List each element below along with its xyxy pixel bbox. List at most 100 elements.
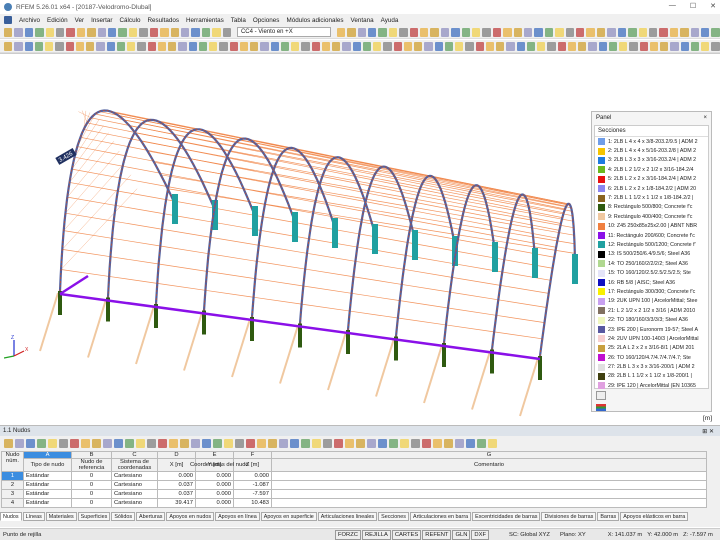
toolbar-button-icon[interactable] — [557, 41, 566, 51]
cell-y[interactable]: 0.000 — [195, 498, 234, 508]
toolbar-button-icon[interactable] — [455, 41, 464, 51]
section-legend-item[interactable]: 11: Rectángulo 200/600; Concrete f'c — [595, 231, 708, 240]
toolbar-button-icon[interactable] — [270, 41, 279, 51]
table-tab[interactable]: Secciones — [378, 512, 409, 521]
toolbar-button-icon[interactable] — [65, 41, 74, 51]
cell-comment[interactable] — [271, 471, 707, 481]
toolbar-button-icon[interactable] — [399, 27, 408, 37]
toolbar-button-icon[interactable] — [345, 439, 354, 448]
toolbar-button-icon[interactable] — [451, 27, 460, 37]
cell-type[interactable]: Estándar — [23, 480, 72, 490]
toolbar-button-icon[interactable] — [482, 27, 491, 37]
toolbar-button-icon[interactable] — [301, 41, 310, 51]
toolbar-button-icon[interactable] — [378, 27, 387, 37]
toolbar-button-icon[interactable] — [598, 41, 607, 51]
color-scale-icon[interactable] — [596, 404, 606, 411]
toolbar-button-icon[interactable] — [92, 439, 101, 448]
toolbar-button-icon[interactable] — [409, 27, 418, 37]
section-legend-item[interactable]: 10: Z45 250x85x25x2.00 | ABNT NBR — [595, 222, 708, 231]
section-legend-item[interactable]: 9: Rectángulo 400/400; Concrete f'c — [595, 212, 708, 221]
toolbar-button-icon[interactable] — [34, 41, 43, 51]
toolbar-button-icon[interactable] — [419, 27, 429, 37]
toolbar-button-icon[interactable] — [485, 41, 494, 51]
toolbar-button-icon[interactable] — [321, 41, 330, 51]
toolbar-button-icon[interactable] — [301, 439, 310, 448]
section-legend-item[interactable]: 24: 2UV UPN 100-140/3 | ArcelorMittal — [595, 334, 708, 343]
cell-ref[interactable]: 0 — [71, 489, 112, 499]
toolbar-button-icon[interactable] — [127, 41, 136, 51]
toolbar-button-icon[interactable] — [336, 27, 346, 37]
status-toggle-button[interactable]: CARTES — [391, 529, 422, 540]
toolbar-button-icon[interactable] — [250, 41, 259, 51]
toolbar-button-icon[interactable] — [180, 439, 189, 448]
toolbar-button-icon[interactable] — [629, 41, 638, 51]
toolbar-button-icon[interactable] — [492, 27, 502, 37]
toolbar-button-icon[interactable] — [81, 439, 90, 448]
toolbar-button-icon[interactable] — [628, 27, 637, 37]
toolbar-button-icon[interactable] — [280, 41, 289, 51]
toolbar-button-icon[interactable] — [680, 41, 689, 51]
toolbar-button-icon[interactable] — [444, 439, 453, 448]
toolbar-button-icon[interactable] — [475, 41, 484, 51]
toolbar-button-icon[interactable] — [191, 27, 200, 37]
cell-comment[interactable] — [271, 498, 707, 508]
menu-edicion[interactable]: Edición — [47, 17, 68, 24]
section-legend-item[interactable]: 21: L 2 1/2 x 2 1/2 x 3/16 | ADM 2010 — [595, 306, 708, 315]
toolbar-button-icon[interactable] — [659, 27, 668, 37]
toolbar-button-icon[interactable] — [59, 439, 68, 448]
cell-x[interactable]: 0.037 — [157, 480, 196, 490]
toolbar-button-icon[interactable] — [378, 439, 387, 448]
cell-coord-sys[interactable]: Cartesiano — [111, 471, 158, 481]
menu-ayuda[interactable]: Ayuda — [381, 17, 399, 24]
section-legend-item[interactable]: 28: 2LB L 1 1/2 x 1 1/2 x 1/8-200/1 | — [595, 372, 708, 381]
toolbar-button-icon[interactable] — [332, 41, 341, 51]
toolbar-button-icon[interactable] — [24, 27, 34, 37]
load-case-select[interactable]: CC4 - Viento en +X — [236, 27, 331, 37]
col-letter-a[interactable]: A — [23, 451, 72, 459]
toolbar-button-icon[interactable] — [103, 439, 112, 448]
toolbar-button-icon[interactable] — [711, 41, 720, 51]
toolbar-button-icon[interactable] — [212, 27, 221, 37]
cell-coord-sys[interactable]: Cartesiano — [111, 498, 158, 508]
toolbar-button-icon[interactable] — [97, 27, 107, 37]
toolbar-button-icon[interactable] — [477, 439, 486, 448]
toolbar-button-icon[interactable] — [465, 41, 474, 51]
table-row[interactable]: 3 Estándar 0 Cartesiano 0.037 0.000 -7.597 — [1, 489, 707, 499]
section-legend-item[interactable]: 14: TO 250/160/2/2/2/2; Steel A36 — [595, 259, 708, 268]
toolbar-button-icon[interactable] — [367, 27, 377, 37]
toolbar-button-icon[interactable] — [260, 41, 269, 51]
toolbar-button-icon[interactable] — [352, 41, 361, 51]
toolbar-button-icon[interactable] — [524, 27, 533, 37]
toolbar-button-icon[interactable] — [534, 27, 543, 37]
toolbar-button-icon[interactable] — [323, 439, 332, 448]
toolbar-button-icon[interactable] — [246, 439, 255, 448]
table-tab[interactable]: Apoyos en superficie — [260, 512, 317, 521]
toolbar-button-icon[interactable] — [414, 41, 423, 51]
toolbar-button-icon[interactable] — [660, 41, 669, 51]
toolbar-button-icon[interactable] — [607, 27, 616, 37]
toolbar-button-icon[interactable] — [257, 439, 266, 448]
toolbar-button-icon[interactable] — [669, 27, 679, 37]
table-tab[interactable]: Apoyos elásticos en barra — [620, 512, 689, 521]
status-toggle-button[interactable]: REFENT — [422, 529, 452, 540]
cell-node-no[interactable]: 3 — [1, 489, 24, 499]
toolbar-button-icon[interactable] — [116, 41, 125, 51]
toolbar-button-icon[interactable] — [137, 41, 146, 51]
toolbar-button-icon[interactable] — [86, 41, 95, 51]
table-tab[interactable]: Sólidos — [111, 512, 136, 521]
toolbar-button-icon[interactable] — [526, 41, 535, 51]
toolbar-button-icon[interactable] — [4, 439, 13, 448]
section-legend-item[interactable]: 7: 2LB L 1 1/2 x 1 1/2 x 1/8-184.2/2 | — [595, 193, 708, 202]
col-letter-c[interactable]: C — [111, 451, 158, 459]
toolbar-button-icon[interactable] — [201, 27, 211, 37]
toolbar-button-icon[interactable] — [403, 41, 412, 51]
truss-arch[interactable] — [490, 193, 537, 350]
toolbar-button-icon[interactable] — [367, 439, 376, 448]
toolbar-button-icon[interactable] — [537, 41, 546, 51]
col-letter-f[interactable]: F — [233, 451, 272, 459]
toolbar-button-icon[interactable] — [222, 27, 231, 37]
toolbar-button-icon[interactable] — [55, 41, 64, 51]
cell-x[interactable]: 39.417 — [157, 498, 196, 508]
toolbar-button-icon[interactable] — [362, 41, 371, 51]
toolbar-button-icon[interactable] — [424, 41, 433, 51]
